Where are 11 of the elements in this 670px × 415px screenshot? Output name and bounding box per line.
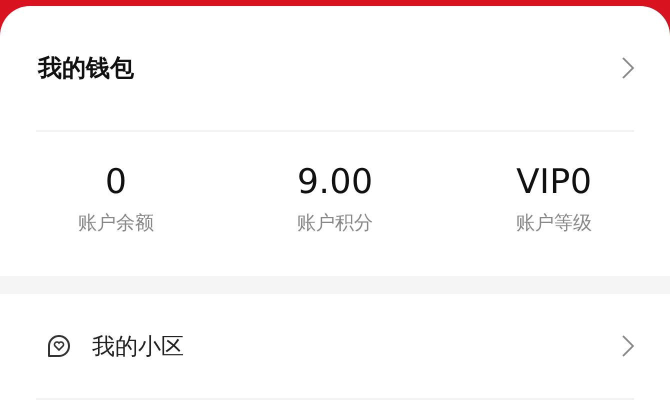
- stat-value: 9.00: [297, 162, 373, 202]
- chevron-icon[interactable]: [622, 335, 634, 357]
- stat-value: 0: [105, 162, 127, 202]
- menu-label: 我的小区: [92, 332, 185, 362]
- wallet-title: 我的钱包: [36, 53, 134, 84]
- stat-value: VIP0: [516, 162, 592, 202]
- stat-label: 账户等级: [516, 211, 592, 236]
- location-heart-icon: [46, 333, 72, 359]
- stat-label: 账户积分: [297, 211, 373, 236]
- chevron-icon[interactable]: [622, 57, 634, 79]
- stat-label: 账户余额: [78, 211, 154, 236]
